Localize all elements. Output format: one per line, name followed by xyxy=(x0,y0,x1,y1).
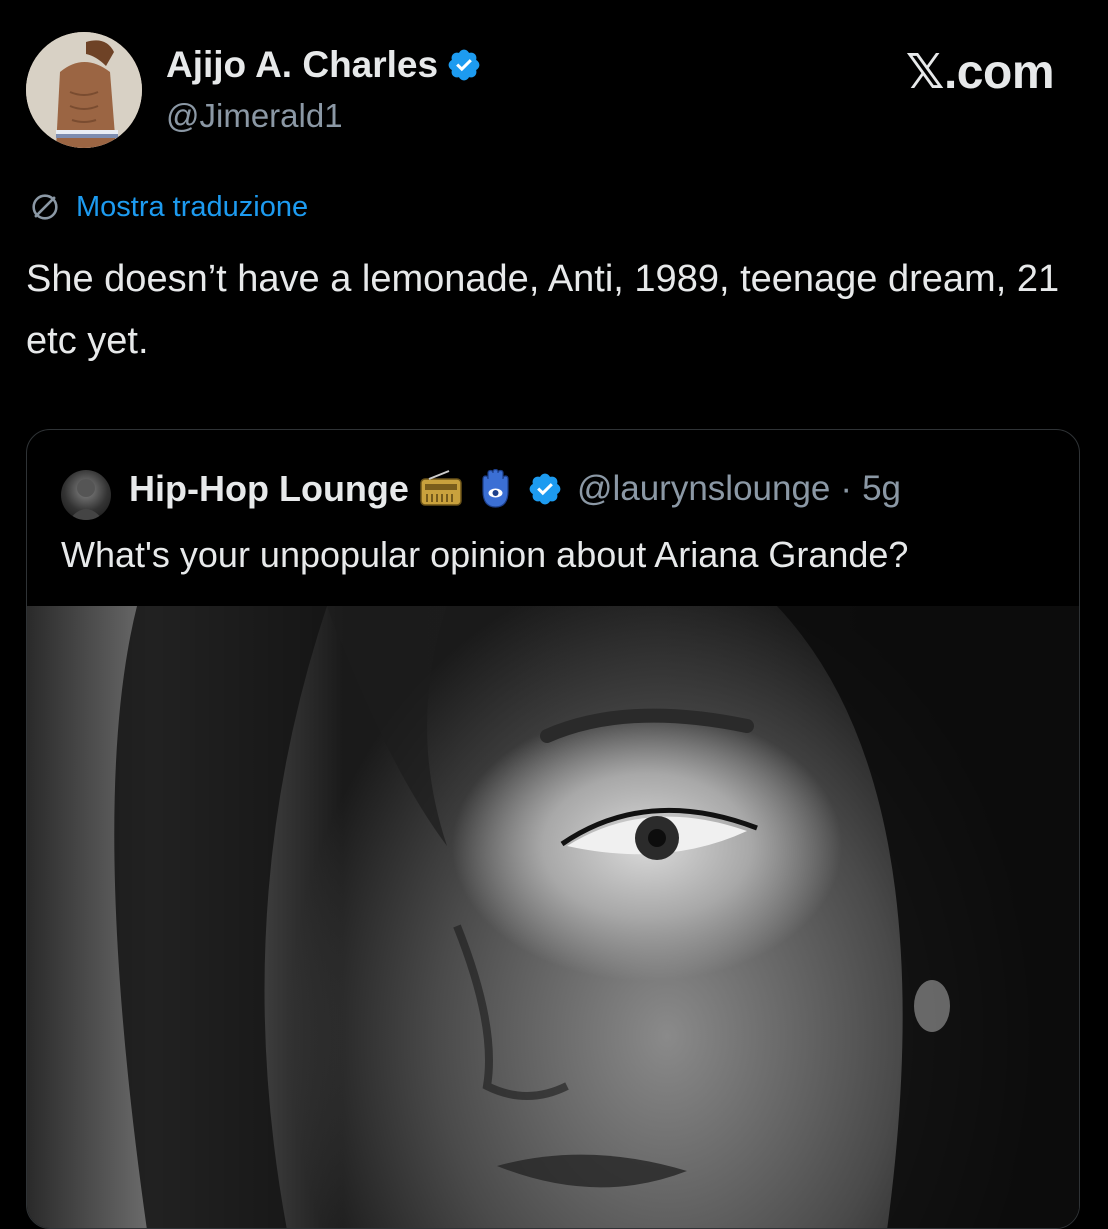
quoted-tweet-photo[interactable] xyxy=(27,606,1079,1228)
author-name-text: Ajijo A. Charles xyxy=(166,44,439,85)
portrait-photo-image xyxy=(114,606,1079,1228)
quoted-timestamp[interactable]: 5g xyxy=(862,469,901,509)
translate-icon xyxy=(32,194,58,220)
quoted-avatar-image xyxy=(69,479,103,520)
hamsa-emoji-icon xyxy=(482,469,509,508)
radio-emoji-icon xyxy=(420,470,462,506)
quoted-tweet-card[interactable]: Hip-Hop Lounge @laurynslounge · 5g What'… xyxy=(26,429,1080,1229)
quoted-tweet-text: What's your unpopular opinion about Aria… xyxy=(61,534,909,575)
quoted-verified-badge-icon xyxy=(529,473,561,505)
avatar-image xyxy=(26,32,142,148)
brand-logo: 𝕏.com xyxy=(905,46,1055,99)
author-handle[interactable]: @Jimerald1 xyxy=(166,97,343,135)
quoted-tweet-header: Hip-Hop Lounge @laurynslounge · 5g xyxy=(129,468,901,510)
quoted-author-name[interactable]: Hip-Hop Lounge xyxy=(129,468,409,510)
author-avatar[interactable] xyxy=(26,32,142,148)
quoted-author-handle[interactable]: @laurynslounge xyxy=(577,469,830,509)
tweet-text: She doesn’t have a lemonade, Anti, 1989,… xyxy=(26,258,1060,362)
show-translation-link[interactable]: Mostra traduzione xyxy=(28,190,308,224)
show-translation-label: Mostra traduzione xyxy=(76,190,309,223)
verified-badge-icon xyxy=(448,49,480,81)
quoted-author-avatar[interactable] xyxy=(61,470,111,520)
meta-separator: · xyxy=(840,469,853,508)
author-display-name[interactable]: Ajijo A. Charles xyxy=(166,44,482,86)
